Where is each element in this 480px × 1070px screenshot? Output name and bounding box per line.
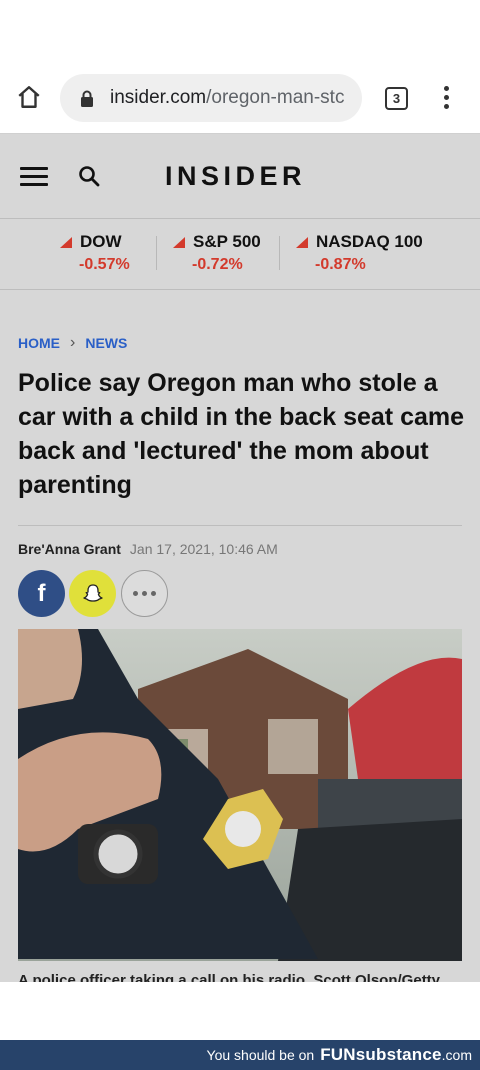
publish-date: Jan 17, 2021, 10:46 AM: [129, 541, 278, 557]
watermark-prefix: You should be on: [206, 1047, 315, 1063]
down-triangle-icon: [173, 237, 185, 248]
watermark-tld: .com: [441, 1047, 472, 1063]
url-path: /oregon-man-stc: [206, 87, 345, 108]
facebook-share-button[interactable]: f: [18, 570, 65, 617]
article-headline: Police say Oregon man who stole a car wi…: [18, 369, 465, 499]
ticker-name: S&P 500: [193, 232, 261, 251]
ticker-change: -0.72%: [192, 256, 243, 273]
ticker-item-dow[interactable]: DOW -0.57%: [60, 232, 130, 274]
divider: [18, 525, 462, 526]
ticker-item-sp500[interactable]: S&P 500 -0.72%: [173, 232, 261, 274]
browser-toolbar: insider.com/oregon-man-stc 3: [0, 62, 480, 134]
site-header: INSIDER: [0, 134, 480, 219]
status-bar-area: [0, 0, 480, 62]
ticker-name: NASDAQ 100: [316, 232, 423, 251]
lock-icon: [81, 90, 93, 107]
hero-image: [18, 629, 462, 961]
down-triangle-icon: [60, 237, 72, 248]
image-caption: A police officer taking a call on his ra…: [18, 972, 441, 982]
ticker-change: -0.57%: [79, 256, 130, 273]
byline: Bre'Anna Grant Jan 17, 2021, 10:46 AM: [18, 541, 278, 557]
author-name[interactable]: Bre'Anna Grant: [18, 541, 121, 557]
more-share-button[interactable]: [121, 570, 168, 617]
breadcrumb-home[interactable]: HOME: [18, 335, 60, 351]
bottom-blank-area: [0, 982, 480, 1040]
search-icon[interactable]: [77, 164, 101, 188]
url-bar[interactable]: insider.com/oregon-man-stc: [60, 74, 362, 122]
url-text: insider.com/oregon-man-stc: [110, 87, 344, 109]
ticker-item-nasdaq[interactable]: NASDAQ 100 -0.87%: [296, 232, 423, 274]
home-icon[interactable]: [12, 80, 46, 114]
hamburger-menu-icon[interactable]: [20, 167, 48, 187]
snapchat-share-button[interactable]: [69, 570, 116, 617]
watermark-banner: You should be on FUNsubstance .com: [0, 1040, 480, 1070]
ticker-name: DOW: [80, 232, 122, 251]
ticker-divider: [156, 236, 157, 270]
url-host: insider.com: [110, 87, 207, 108]
tab-switcher-button[interactable]: 3: [385, 87, 408, 110]
breadcrumb-news[interactable]: NEWS: [85, 335, 127, 351]
facebook-icon: f: [37, 579, 46, 607]
breadcrumb: HOME › NEWS: [18, 334, 127, 352]
site-logo[interactable]: INSIDER: [165, 161, 306, 192]
market-ticker: DOW -0.57% S&P 500 -0.72% NASDAQ 100 -0.…: [0, 220, 480, 290]
chevron-right-icon: ›: [70, 334, 76, 351]
watermark-brand: FUNsubstance: [320, 1045, 442, 1064]
page-content: INSIDER DOW -0.57% S&P 500 -0.72% NASDAQ…: [0, 134, 480, 982]
ticker-divider: [279, 236, 280, 270]
snapchat-icon: [82, 583, 103, 602]
more-icon: [133, 591, 138, 596]
ticker-change: -0.87%: [315, 256, 366, 273]
down-triangle-icon: [296, 237, 308, 248]
browser-menu-icon[interactable]: [436, 86, 456, 112]
